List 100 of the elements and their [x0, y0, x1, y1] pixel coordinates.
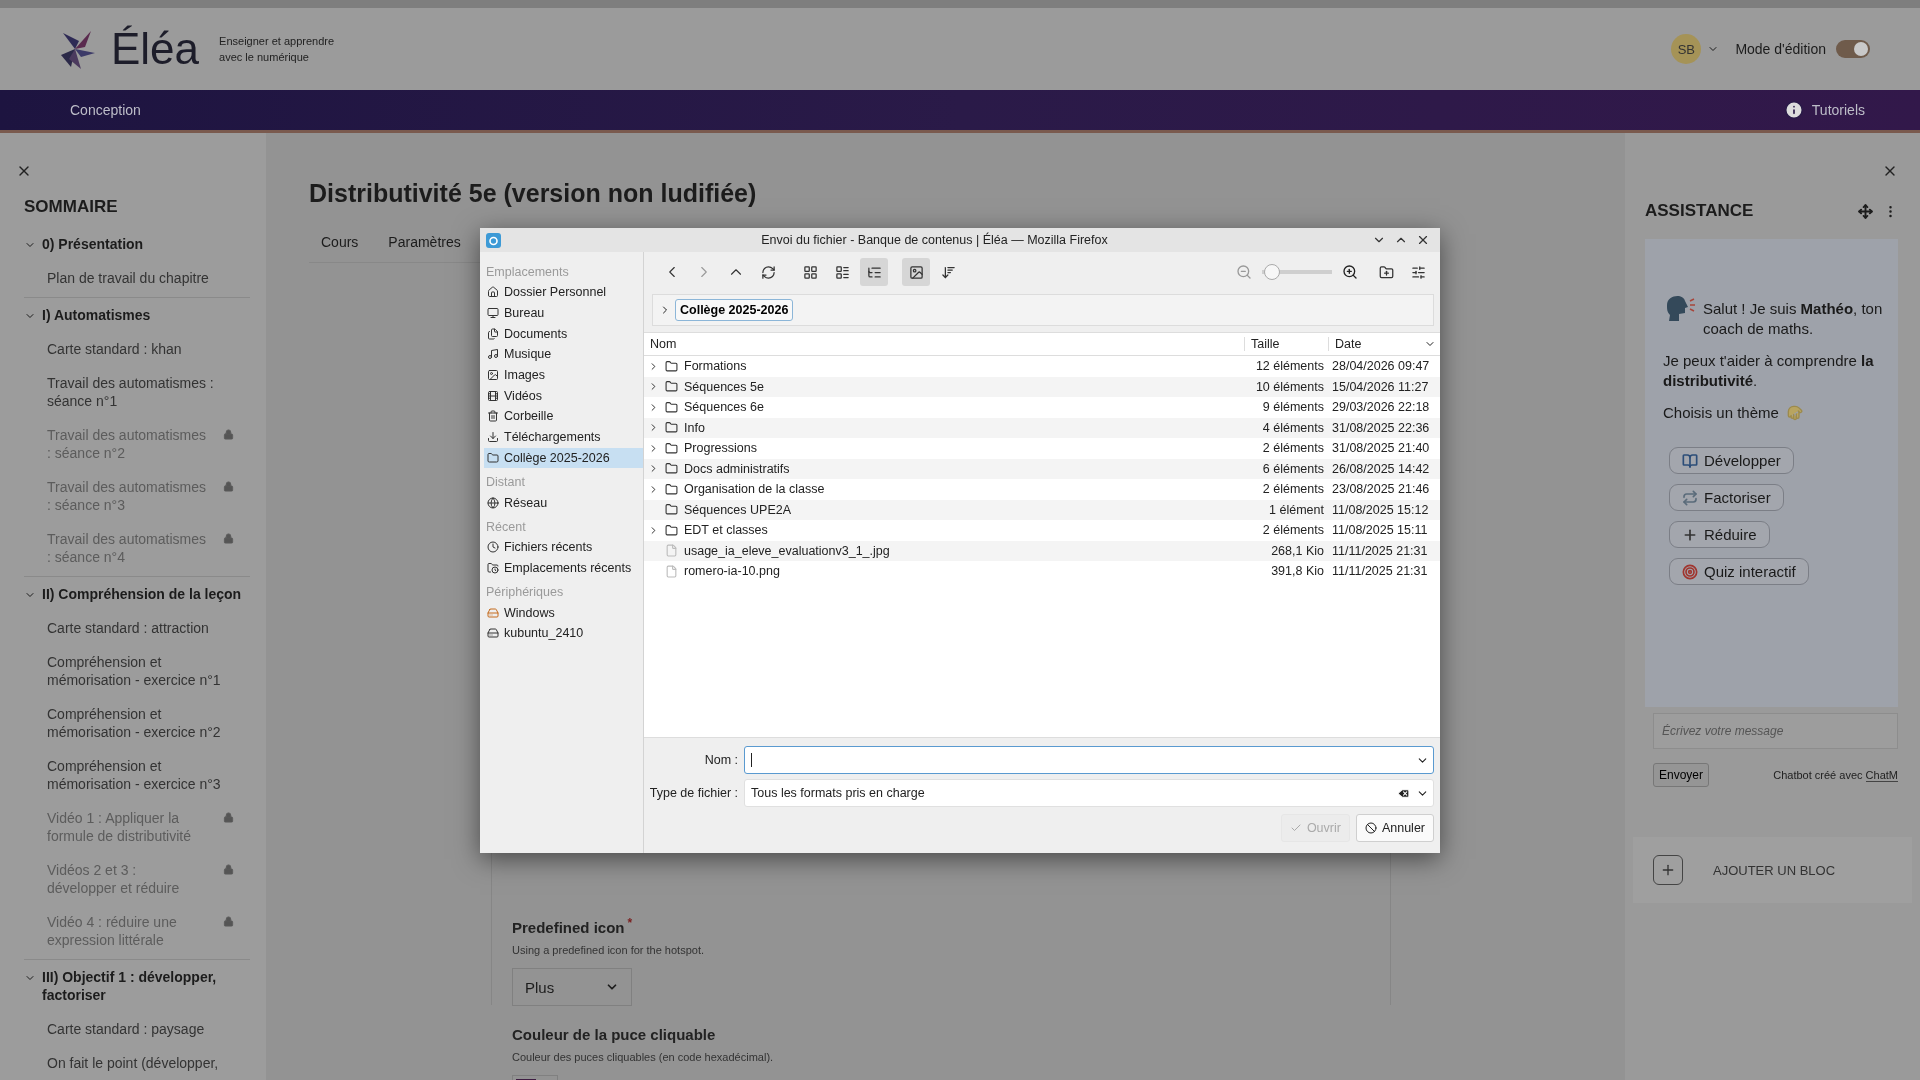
place-item[interactable]: Corbeille [484, 406, 643, 427]
file-name: Formations [684, 358, 747, 376]
music-note-icon [487, 348, 499, 361]
lock-icon [223, 864, 234, 875]
sidebar-item[interactable]: Carte standard : khan [24, 332, 250, 366]
sort-icon [940, 264, 956, 280]
field-label: Predefined icon $^{*}$ [512, 916, 634, 936]
credit-link[interactable]: ChatM [1865, 769, 1898, 782]
folder-icon [665, 482, 678, 496]
drive-icon [487, 606, 499, 619]
sidebar-title: SOMMAIRE [24, 197, 119, 217]
sidebar-item[interactable]: Carte standard : attraction [24, 611, 250, 645]
preview-button[interactable] [902, 258, 930, 286]
user-avatar[interactable]: SB [1671, 34, 1702, 64]
move-icon[interactable] [1858, 203, 1873, 219]
send-button[interactable]: Envoyer [1653, 763, 1710, 787]
grid-icon [802, 264, 818, 280]
place-item[interactable]: Dossier Personnel [484, 282, 643, 303]
globe-icon [487, 496, 499, 509]
sidebar-item[interactable]: On fait le point (développer, [24, 1046, 250, 1080]
field-label: Couleur de la puce cliquable [512, 1026, 717, 1043]
lock-icon [223, 481, 234, 492]
tree-view-button[interactable] [860, 258, 888, 286]
file-row[interactable]: usage_ia_eleve_evaluationv3_1_.jpg 268,1 Kio 11/11/2025 21:31 [644, 540, 1440, 561]
file-type-field[interactable]: Tous les formats pris en charge [744, 779, 1434, 807]
place-item[interactable]: Images [484, 364, 643, 386]
clock-icon [487, 541, 499, 554]
file-row[interactable]: Docs administratifs 6 éléments 26/08/2025 14:42 [644, 458, 1440, 479]
place-item[interactable]: Collège 2025-2026 [484, 447, 643, 469]
tree-icon [866, 264, 882, 280]
file-name: usage_ia_eleve_evaluationv3_1_.jpg [684, 542, 890, 560]
theme-option[interactable]: Factoriser [1669, 484, 1784, 511]
sidebar-item[interactable]: Compréhension et mémorisation - exercice n°3 [24, 749, 250, 801]
add-block-button[interactable]: AJOUTER UN BLOC [1633, 837, 1912, 903]
theme-option[interactable]: Réduire [1669, 521, 1770, 548]
place-item[interactable]: Musique [484, 344, 643, 365]
chat-message: Salut ! Je suis Mathéo, ton coach de maths. [1703, 299, 1884, 339]
help-link[interactable]: Tutoriels [1811, 102, 1865, 118]
file-name: Docs administratifs [684, 460, 790, 478]
image-icon [908, 264, 924, 280]
lock-icon [223, 533, 234, 544]
tab[interactable]: Cours [321, 234, 359, 250]
edit-mode-toggle[interactable] [1836, 40, 1870, 58]
column-header[interactable]: Nom [644, 337, 1244, 351]
folder-icon [665, 380, 678, 394]
place-item[interactable]: Documents [484, 323, 643, 345]
icon-select[interactable]: Plus [512, 968, 632, 1006]
tab[interactable]: Paramètres [388, 234, 461, 250]
place-item[interactable]: Téléchargements [484, 426, 643, 448]
sidebar-item[interactable]: Travail des automatismes : séance n°1 [24, 366, 250, 418]
nav-link[interactable]: Conception [70, 102, 141, 118]
zoom-in-icon[interactable] [1342, 264, 1358, 280]
theme-option[interactable]: Développer [1669, 447, 1794, 474]
file-row[interactable]: Info 4 éléments 31/08/2025 22:36 [644, 417, 1440, 438]
section-header[interactable]: 0) Présentation [24, 227, 250, 261]
theme-option[interactable]: Quiz interactif [1669, 558, 1809, 585]
places-heading: Récent [486, 519, 527, 534]
place-item[interactable]: Emplacements récents [484, 557, 643, 579]
file-date: 11/11/2025 21:31 [1331, 563, 1429, 581]
slider-thumb[interactable] [1263, 264, 1280, 280]
message-field[interactable]: Écrivez votre message [1653, 713, 1898, 749]
sidebar-item[interactable]: Carte standard : paysage [24, 1012, 250, 1046]
breadcrumb[interactable]: Collège 2025-2026 [675, 299, 794, 321]
folder-icon [665, 421, 678, 435]
section-header[interactable]: III) Objectif 1 : développer, factoriser [24, 960, 250, 1012]
place-item[interactable]: Fichiers récents [484, 536, 643, 558]
file-name: Séquences 5e [684, 378, 764, 396]
file-size: 9 éléments [1261, 399, 1325, 417]
section-header[interactable]: II) Compréhension de la leçon [24, 577, 250, 611]
sidebar-item[interactable]: Compréhension et mémorisation - exercice n°1 [24, 645, 250, 697]
section-header[interactable]: I) Automatismes [24, 298, 250, 332]
place-item[interactable]: Bureau [484, 302, 643, 324]
place-item[interactable]: Windows [484, 602, 643, 623]
place-item[interactable]: kubuntu_2410 [484, 622, 643, 644]
page-title: Distributivité 5e (version non ludifiée) [309, 179, 758, 208]
file-row[interactable]: Séquences UPE2A 1 élément 11/08/2025 15:12 [644, 499, 1440, 520]
place-item[interactable]: Vidéos [484, 385, 643, 407]
cancel-button[interactable]: Annuler [1355, 814, 1434, 842]
field-help: Couleur des puces cliquables (en code hexadécimal). [512, 1051, 775, 1063]
place-item[interactable]: Réseau [484, 492, 643, 513]
sidebar-item[interactable]: Compréhension et mémorisation - exercice n°2 [24, 697, 250, 749]
file-date: 26/08/2025 14:42 [1331, 460, 1431, 478]
name-field[interactable] [744, 746, 1434, 774]
lock-icon [223, 916, 234, 927]
file-name: Séquences UPE2A [684, 501, 791, 519]
field-value: Tous les formats pris en charge [751, 786, 926, 800]
column-header[interactable]: Taille [1244, 337, 1328, 351]
file-row[interactable]: Séquences 5e 10 éléments 15/04/2026 11:27 [644, 376, 1440, 397]
toggle-label: Mode d'édition [1735, 41, 1826, 57]
file-date: 31/08/2025 22:36 [1331, 419, 1431, 437]
lock-icon [223, 812, 234, 823]
zoom-out-icon[interactable] [1236, 264, 1252, 280]
clear-icon[interactable] [1397, 786, 1410, 800]
folder-icon [665, 441, 678, 455]
column-header[interactable]: Date [1328, 337, 1440, 351]
chat-message: Je peux t'aider à comprendre la distributivité. [1663, 351, 1875, 391]
file-size: 1 élément [1268, 501, 1325, 519]
file-icon [665, 564, 678, 578]
file-name: romero-ia-10.png [684, 563, 780, 581]
sidebar-item[interactable]: Plan de travail du chapitre [24, 261, 250, 295]
